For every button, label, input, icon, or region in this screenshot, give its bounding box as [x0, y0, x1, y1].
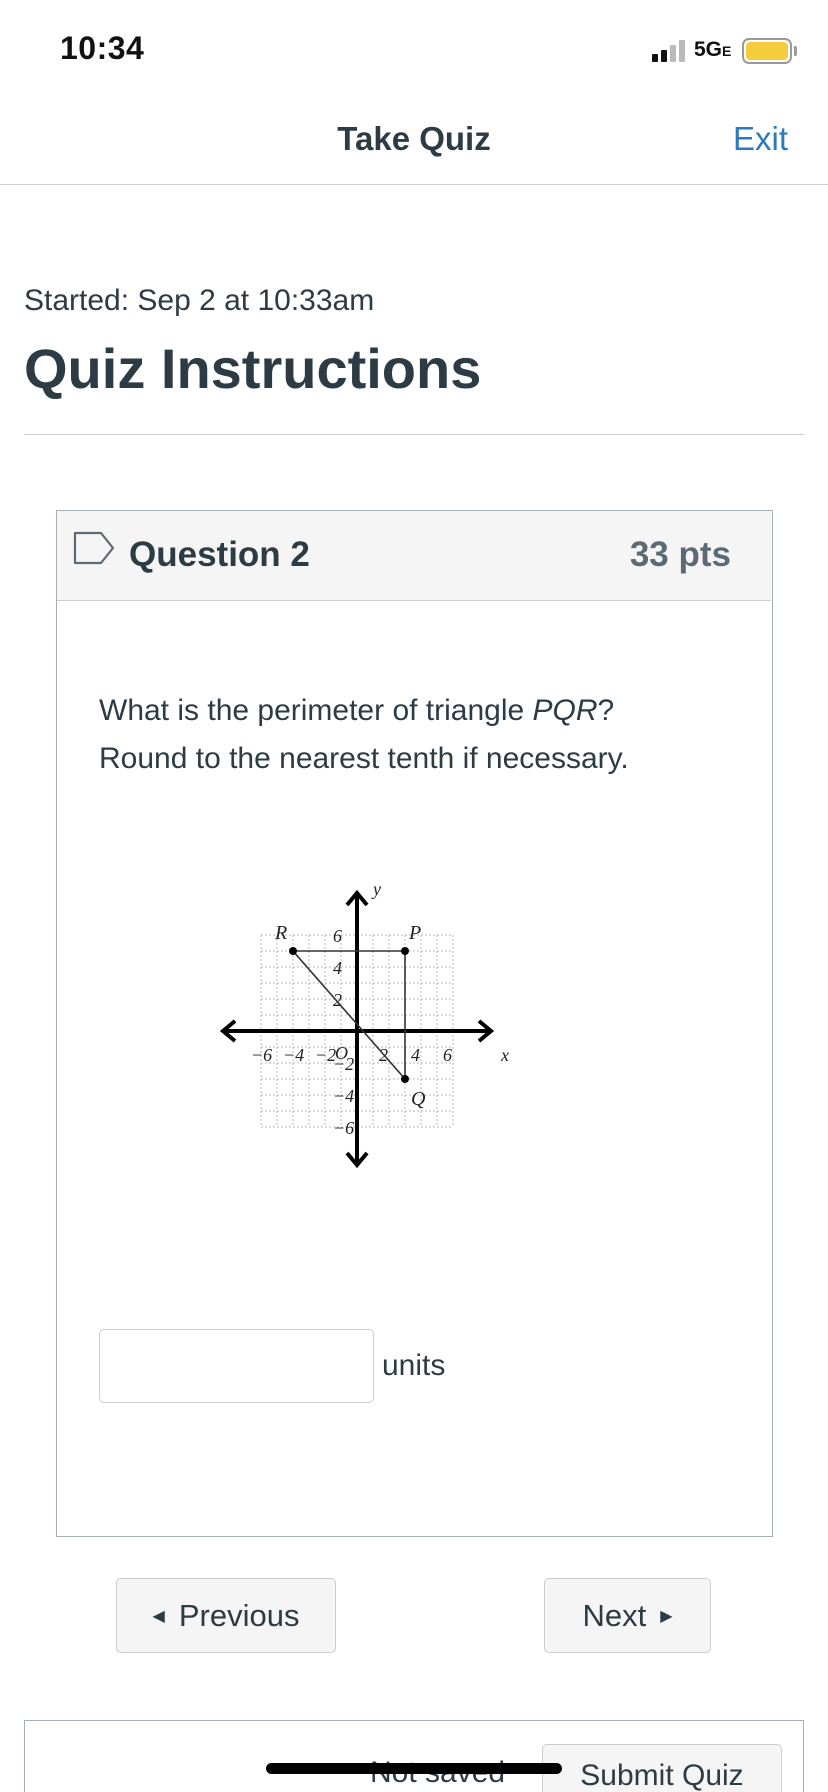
y-tick-label: −6 — [333, 1118, 354, 1138]
question-text-suffix: ? — [597, 694, 615, 727]
nav-title: Take Quiz — [337, 120, 491, 157]
previous-button[interactable]: ◀ Previous — [116, 1578, 336, 1653]
previous-label: Previous — [178, 1597, 300, 1633]
y-axis-label: y — [371, 879, 381, 899]
x-tick-label: 4 — [411, 1045, 420, 1065]
battery-nub — [794, 46, 797, 56]
question-points: 33 pts — [629, 535, 731, 574]
vertex-point-r — [289, 947, 297, 955]
page-title: Quiz Instructions — [24, 337, 482, 400]
y-tick-label: 6 — [333, 926, 342, 946]
vertex-point-q — [401, 1075, 409, 1083]
answer-input[interactable] — [99, 1329, 374, 1403]
graph-axes — [219, 889, 495, 1169]
quiz-started-text: Started: Sep 2 at 10:33am — [24, 284, 375, 317]
question-text-prefix: What is the perimeter of triangle — [99, 694, 533, 727]
graph-labels: −6 −4 −2 2 4 6642−2−4−6O xyR PQ — [251, 879, 509, 1138]
x-tick-label: 6 — [443, 1045, 452, 1065]
next-label: Next — [582, 1597, 647, 1633]
status-time: 10:34 — [60, 30, 145, 66]
vertex-label-q: Q — [411, 1088, 426, 1110]
battery-fill — [746, 42, 788, 60]
x-tick-label: −6 — [251, 1045, 272, 1065]
submit-quiz-button[interactable]: Submit Quiz — [542, 1744, 782, 1792]
home-indicator — [266, 1763, 562, 1774]
triangle-name: PQR — [532, 694, 598, 727]
exit-button[interactable]: Exit — [733, 120, 788, 158]
caret-right-icon: ▶ — [660, 1607, 673, 1625]
x-axis-label: x — [500, 1045, 509, 1065]
question-title: Question 2 — [129, 535, 310, 574]
network-type: 5G — [694, 38, 723, 61]
next-button[interactable]: Next ▶ — [544, 1578, 711, 1653]
x-tick-label: −4 — [283, 1045, 304, 1065]
question-header: Question 2 33 pts — [57, 511, 771, 601]
network-suffix: E — [722, 43, 732, 59]
vertex-point-p — [401, 947, 409, 955]
vertex-label-r: R — [274, 922, 287, 944]
question-text: What is the perimeter of triangle PQR? R… — [99, 687, 739, 783]
question-card: Question 2 33 pts What is the perimeter … — [56, 510, 773, 1537]
network-indicator: 5GE — [694, 38, 731, 62]
question-text-line1: What is the perimeter of triangle PQR? — [99, 687, 739, 735]
battery-icon — [742, 38, 792, 64]
y-tick-label: −4 — [333, 1086, 354, 1106]
origin-label: O — [335, 1043, 348, 1063]
y-tick-label: 2 — [333, 990, 342, 1010]
signal-strength-icon — [652, 40, 685, 62]
vertex-label-p: P — [408, 922, 421, 944]
caret-left-icon: ◀ — [152, 1607, 165, 1625]
status-bar: 10:34 5GE — [0, 0, 828, 100]
units-label: units — [382, 1349, 446, 1382]
question-text-line2: Round to the nearest tenth if necessary. — [99, 742, 629, 775]
coordinate-graph: −6 −4 −2 2 4 6642−2−4−6O xyR PQ — [219, 879, 509, 1169]
bookmark-outline-icon[interactable] — [73, 531, 115, 565]
nav-header: Take Quiz Exit — [0, 100, 828, 185]
y-tick-label: 4 — [333, 958, 342, 978]
divider — [24, 434, 804, 435]
